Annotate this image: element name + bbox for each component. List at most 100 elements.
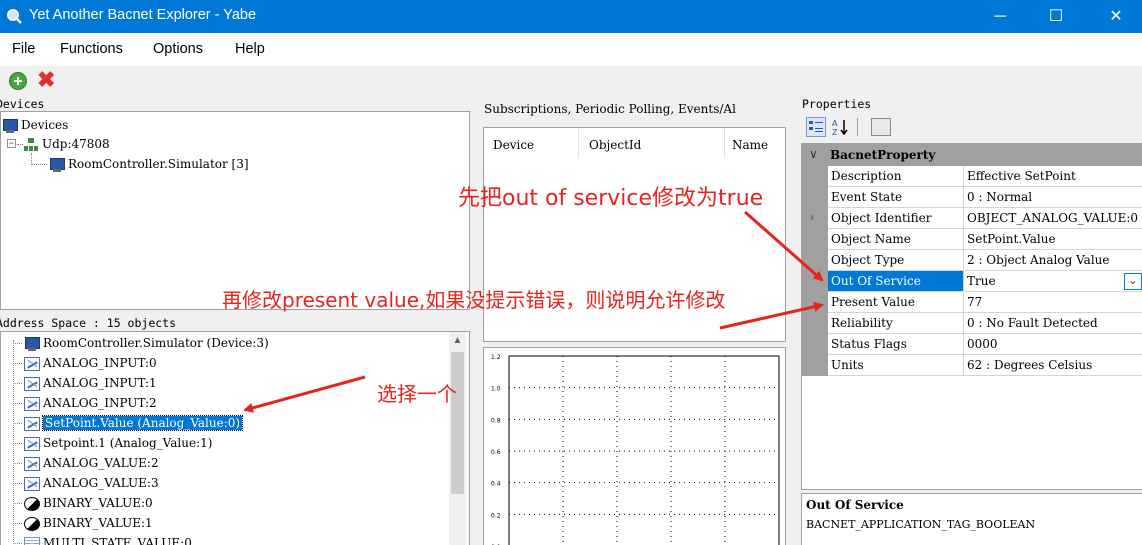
property-row[interactable]: Object Type 2 : Object Analog Value	[802, 250, 1142, 271]
tree-line	[13, 343, 22, 344]
plot-y-tick-label: 0.8	[491, 417, 501, 424]
address-space-item-label: ANALOG_INPUT:1	[43, 376, 157, 390]
network-label: Udp:47808	[42, 137, 110, 151]
property-name: Reliability	[828, 313, 964, 334]
property-name: Description	[828, 166, 964, 187]
property-row[interactable]: › Object Identifier OBJECT_ANALOG_VALUE:0	[802, 208, 1142, 229]
address-space-item[interactable]: ANALOG_VALUE:2	[24, 454, 159, 472]
address-space-item[interactable]: SetPoint.Value (Analog_Value:0)	[24, 414, 244, 432]
property-value: 77	[964, 292, 1142, 313]
devices-tree[interactable]: Devices − Udp:47808 RoomController.Simul…	[0, 111, 470, 310]
property-gutter	[802, 292, 828, 313]
add-device-icon[interactable]	[9, 72, 27, 90]
column-device[interactable]: Device	[493, 138, 534, 152]
address-space-item-label: ANALOG_VALUE:3	[43, 476, 159, 490]
tree-line	[13, 383, 22, 384]
category-bacnetproperty[interactable]: ∨ BacnetProperty	[802, 144, 1142, 166]
menu-file[interactable]: File	[12, 41, 35, 57]
property-value: Effective SetPoint	[964, 166, 1142, 187]
address-space-item-label: Setpoint.1 (Analog_Value:1)	[43, 436, 213, 450]
alphabetical-sort-icon[interactable]: AZ	[831, 117, 851, 137]
categorized-icon[interactable]	[806, 117, 826, 137]
scroll-thumb[interactable]	[451, 352, 464, 494]
address-space-scrollbar[interactable]: ▲	[449, 332, 466, 545]
property-row[interactable]: Event State 0 : Normal	[802, 187, 1142, 208]
expand-chevron-icon[interactable]: ›	[810, 210, 814, 224]
tree-line	[31, 164, 47, 165]
property-value: 0 : Normal	[964, 187, 1142, 208]
category-collapse-icon[interactable]: ∨	[809, 147, 818, 161]
address-space-item-label: MULTI_STATE_VALUE:0	[43, 536, 192, 545]
window-title: Yet Another Bacnet Explorer - Yabe	[29, 7, 257, 23]
property-gutter	[802, 334, 828, 355]
scroll-up-icon[interactable]: ▲	[449, 335, 466, 346]
tree-line	[13, 483, 22, 484]
address-space-item[interactable]: ANALOG_INPUT:2	[24, 394, 157, 412]
property-grid-empty	[802, 376, 828, 489]
address-space-label: Address Space : 15 objects	[0, 316, 177, 330]
property-row[interactable]: Description Effective SetPoint	[802, 166, 1142, 187]
column-separator	[578, 128, 579, 158]
address-space-item[interactable]: Setpoint.1 (Analog_Value:1)	[24, 434, 212, 452]
address-space-item[interactable]: MULTI_STATE_VALUE:0	[24, 534, 192, 545]
plot-y-tick-label: 0.6	[491, 449, 501, 456]
multi-object-icon	[24, 536, 40, 545]
menu-functions[interactable]: Functions	[60, 41, 123, 57]
property-value: 2 : Object Analog Value	[964, 250, 1142, 271]
property-row[interactable]: Present Value 77	[802, 292, 1142, 313]
property-grid[interactable]: ∨ BacnetProperty Description Effective Se…	[801, 143, 1142, 490]
analog-object-icon	[24, 476, 40, 491]
property-row[interactable]: Object Name SetPoint.Value	[802, 229, 1142, 250]
tree-device-roomcontroller[interactable]: RoomController.Simulator [3]	[49, 155, 249, 173]
property-value-editor[interactable]: True	[964, 271, 1142, 292]
device-computer-icon	[49, 157, 65, 172]
plot-y-tick-label: 1.2	[491, 354, 501, 361]
subscriptions-tab[interactable]: Subscriptions, Periodic Polling, Events/…	[484, 102, 736, 116]
tree-root-devices[interactable]: Devices	[2, 116, 68, 134]
computer-object-icon	[24, 336, 40, 351]
remove-device-icon[interactable]: ✖	[37, 67, 55, 93]
column-name[interactable]: Name	[732, 138, 768, 152]
close-button[interactable]: ✕	[1093, 0, 1139, 33]
address-space-item[interactable]: ANALOG_INPUT:0	[24, 354, 157, 372]
property-row[interactable]: Out Of Service True ⌄	[802, 271, 1142, 292]
menu-options[interactable]: Options	[153, 41, 203, 57]
column-objectid[interactable]: ObjectId	[589, 138, 641, 152]
address-space-item-label: ANALOG_INPUT:0	[43, 356, 157, 370]
property-gutter	[802, 355, 828, 376]
annotation-select: 选择一个	[377, 382, 457, 406]
tree-root-label: Devices	[21, 118, 69, 132]
property-row[interactable]: Reliability 0 : No Fault Detected	[802, 313, 1142, 334]
address-space-item[interactable]: BINARY_VALUE:1	[24, 514, 153, 532]
menu-help[interactable]: Help	[235, 41, 265, 57]
property-row[interactable]: Units 62 : Degrees Celsius	[802, 355, 1142, 376]
annotation-step1: 先把out of service修改为true	[458, 186, 764, 211]
property-name: Object Identifier	[828, 208, 964, 229]
address-space-tree[interactable]: RoomController.Simulator (Device:3) ANALO…	[0, 331, 470, 545]
property-pages-icon[interactable]	[871, 118, 891, 136]
app-magnifier-icon	[7, 9, 22, 24]
network-icon	[23, 137, 39, 152]
tree-line	[13, 463, 22, 464]
properties-label: Properties	[802, 97, 872, 111]
toolbar-separator	[857, 118, 858, 136]
minimize-button[interactable]: ─	[977, 0, 1023, 33]
address-space-item[interactable]: ANALOG_INPUT:1	[24, 374, 157, 392]
binary-object-icon	[24, 496, 40, 511]
address-space-item[interactable]: ANALOG_VALUE:3	[24, 474, 159, 492]
property-row[interactable]: Status Flags 0000	[802, 334, 1142, 355]
property-help-panel: Out Of Service BACNET_APPLICATION_TAG_BO…	[801, 493, 1142, 545]
binary-object-icon	[24, 516, 40, 531]
address-space-item[interactable]: BINARY_VALUE:0	[24, 494, 153, 512]
collapse-network-toggle[interactable]: −	[7, 139, 16, 148]
dropdown-chevron-icon[interactable]: ⌄	[1124, 273, 1142, 290]
analog-object-icon	[24, 436, 40, 451]
plot-y-tick-label: 0.4	[491, 481, 501, 488]
properties-toolbar: AZ	[804, 116, 904, 138]
tree-network-udp[interactable]: Udp:47808	[23, 135, 110, 153]
help-text: BACNET_APPLICATION_TAG_BOOLEAN	[806, 518, 1036, 531]
column-separator	[724, 128, 725, 158]
maximize-button[interactable]: ☐	[1033, 0, 1079, 33]
address-space-item[interactable]: RoomController.Simulator (Device:3)	[24, 334, 269, 352]
devices-section-label: Devices	[0, 97, 45, 111]
